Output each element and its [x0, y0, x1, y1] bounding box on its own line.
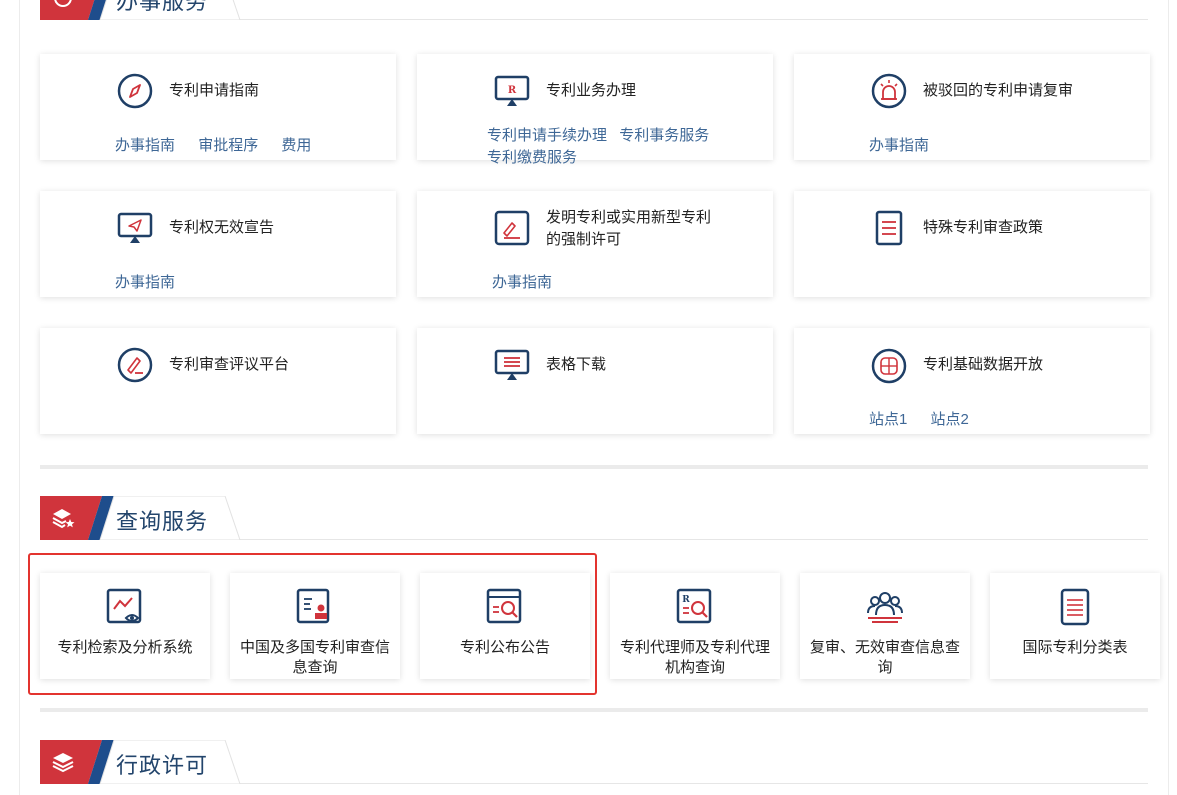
- link-affairs-service[interactable]: 专利事务服务: [619, 127, 709, 144]
- notebook-icon: [1060, 588, 1090, 626]
- doc-magnifier-icon: [486, 588, 522, 624]
- card-title-line-1: 发明专利或实用新型专利: [546, 209, 712, 226]
- query-card-reexamination-info[interactable]: 复审、无效审查信息查询: [800, 573, 970, 679]
- link-guide[interactable]: 办事指南: [869, 137, 929, 154]
- service-card-patent-guide[interactable]: 专利申请指南 办事指南 审批程序 费用: [40, 54, 396, 160]
- database-globe-icon: [871, 348, 907, 384]
- section-title: 查询服务: [116, 509, 209, 534]
- monitor-plane-icon: [117, 212, 153, 243]
- r-magnifier-icon: R: [676, 588, 712, 624]
- card-links: 办事指南 审批程序 费用: [115, 134, 330, 155]
- pen-circle-icon: [117, 347, 153, 383]
- alarm-light-icon: [871, 73, 907, 109]
- service-card-review-platform[interactable]: 专利审查评议平台: [40, 328, 396, 434]
- card-links: 办事指南: [869, 134, 948, 155]
- section-title: 办事服务: [116, 0, 209, 14]
- card-title: 专利基础数据开放: [923, 356, 1044, 373]
- query-card-label: 专利检索及分析系统: [57, 639, 193, 656]
- card-title: 特殊专利审查政策: [923, 219, 1044, 236]
- svg-text:R: R: [682, 595, 690, 605]
- query-card-ipc[interactable]: 国际专利分类表: [990, 573, 1160, 679]
- query-card-label: 专利公布公告: [459, 639, 550, 656]
- service-card-patent-business[interactable]: R 专利业务办理 专利申请手续办理 专利事务服务 专利缴费服务: [417, 54, 773, 166]
- link-site-1[interactable]: 站点1: [869, 411, 907, 428]
- link-application-procedures[interactable]: 专利申请手续办理: [487, 127, 607, 144]
- card-title: 专利权无效宣告: [169, 219, 275, 236]
- link-guide[interactable]: 办事指南: [492, 274, 552, 291]
- section-tab: 查询服务: [40, 496, 245, 540]
- link-guide[interactable]: 办事指南: [115, 274, 175, 291]
- card-links: 办事指南: [115, 271, 194, 292]
- section-tab: 行政许可: [40, 740, 245, 784]
- section-header-admin: 行政许可: [40, 740, 1148, 784]
- service-card-form-download[interactable]: 表格下载: [417, 328, 773, 434]
- section-tab: 办事服务: [40, 0, 245, 20]
- query-card-label: 中国及多国专利审查信息查询: [239, 639, 390, 676]
- card-title-line-2: 的强制许可: [546, 231, 622, 248]
- svg-text:R: R: [508, 85, 517, 96]
- section-title: 行政许可: [116, 753, 209, 778]
- card-title: 专利申请指南: [169, 82, 260, 99]
- query-card-publication[interactable]: 专利公布公告: [420, 573, 590, 679]
- query-card-multi-country-examination[interactable]: 中国及多国专利审查信息查询: [230, 573, 400, 679]
- section-header-query: 查询服务: [40, 496, 1148, 540]
- doc-stamp-icon: [296, 588, 330, 624]
- link-fees[interactable]: 费用: [281, 137, 311, 154]
- link-approval-procedure[interactable]: 审批程序: [198, 137, 258, 154]
- query-card-label: 复审、无效审查信息查询: [809, 639, 960, 676]
- card-links: 专利申请手续办理 专利事务服务 专利缴费服务: [487, 125, 727, 169]
- query-card-label: 国际专利分类表: [1022, 639, 1128, 656]
- card-title: 专利业务办理: [546, 82, 637, 99]
- card-title: 被驳回的专利申请复审: [923, 82, 1074, 99]
- edit-doc-icon: [494, 210, 530, 246]
- card-links: 办事指南: [492, 271, 571, 292]
- card-title: 发明专利或实用新型专利 的强制许可: [546, 207, 711, 251]
- service-card-reexamination[interactable]: 被驳回的专利申请复审 办事指南: [794, 54, 1150, 160]
- query-card-label: 专利代理师及专利代理机构查询: [619, 639, 770, 676]
- service-card-open-data[interactable]: 专利基础数据开放 站点1 站点2: [794, 328, 1150, 434]
- query-card-agent-search[interactable]: R 专利代理师及专利代理机构查询: [610, 573, 780, 679]
- chart-search-icon: [106, 588, 142, 624]
- card-links: 站点1 站点2: [869, 408, 988, 429]
- service-card-invalidation[interactable]: 专利权无效宣告 办事指南: [40, 191, 396, 297]
- query-card-patent-search[interactable]: 专利检索及分析系统: [40, 573, 210, 679]
- section-divider: [40, 465, 1148, 469]
- link-guide[interactable]: 办事指南: [115, 137, 175, 154]
- layers-star-icon: [52, 509, 75, 529]
- layers-icon: [52, 753, 74, 773]
- section-divider: [40, 708, 1148, 712]
- monitor-r-icon: R: [494, 75, 530, 106]
- link-payment-service[interactable]: 专利缴费服务: [487, 149, 577, 166]
- card-title: 表格下载: [546, 356, 607, 373]
- card-title: 专利审查评议平台: [169, 356, 290, 373]
- document-icon: [875, 210, 903, 246]
- section-header-services: 办事服务: [40, 0, 1148, 20]
- service-card-compulsory-license[interactable]: 发明专利或实用新型专利 的强制许可 办事指南: [417, 191, 773, 297]
- service-card-special-policy[interactable]: 特殊专利审查政策: [794, 191, 1150, 297]
- handshake-icon: [54, 0, 72, 7]
- people-group-icon: [867, 592, 903, 623]
- monitor-list-icon: [494, 349, 530, 380]
- compass-icon: [117, 73, 153, 109]
- link-site-2[interactable]: 站点2: [931, 411, 969, 428]
